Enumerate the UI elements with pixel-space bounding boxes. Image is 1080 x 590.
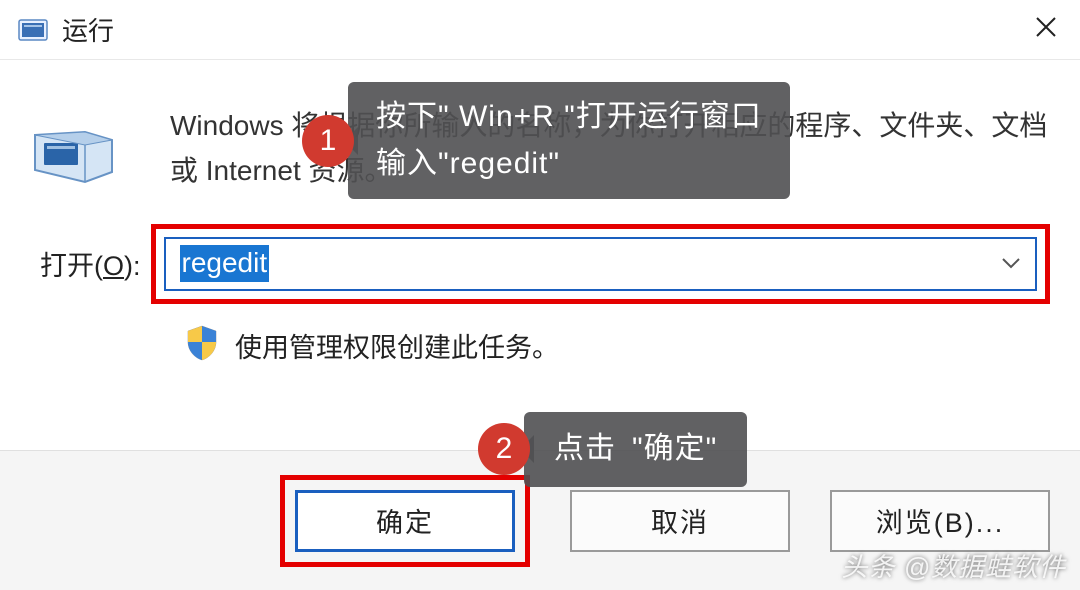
annotation-1-line1: 按下" Win+R "打开运行窗口	[376, 94, 762, 141]
cancel-button[interactable]: 取消	[570, 490, 790, 552]
browse-button[interactable]: 浏览(B)...	[830, 490, 1050, 552]
annotation-1-line2: 输入"regedit"	[376, 141, 762, 188]
annotation-1: 1 按下" Win+R "打开运行窗口 输入"regedit"	[302, 82, 790, 199]
annotation-1-badge: 1	[302, 115, 354, 167]
annotation-2: 2 点击 "确定"	[478, 412, 747, 487]
shield-icon	[185, 324, 219, 367]
annotation-1-box: 按下" Win+R "打开运行窗口 输入"regedit"	[348, 82, 790, 199]
open-input-value: regedit	[180, 245, 270, 281]
admin-row: 使用管理权限创建此任务。	[185, 324, 1050, 367]
close-button[interactable]	[1022, 6, 1070, 54]
open-label: 打开(O):	[30, 244, 141, 283]
ok-button-highlight: 确定	[280, 475, 530, 567]
watermark: 头条 @数据蛙软件	[841, 547, 1066, 584]
ok-button[interactable]: 确定	[295, 490, 515, 552]
annotation-2-badge: 2	[478, 423, 530, 475]
window-title: 运行	[62, 11, 114, 48]
chevron-down-icon[interactable]	[1001, 252, 1021, 275]
admin-note: 使用管理权限创建此任务。	[235, 326, 559, 365]
titlebar: 运行	[0, 0, 1080, 60]
run-large-icon	[30, 100, 140, 194]
close-icon	[1035, 14, 1057, 45]
open-row: 打开(O): regedit	[30, 224, 1050, 304]
run-icon	[18, 18, 48, 42]
titlebar-left: 运行	[18, 11, 114, 48]
open-combobox[interactable]: regedit	[164, 237, 1037, 291]
annotation-2-box: 点击 "确定"	[524, 412, 747, 487]
open-input-highlight: regedit	[151, 224, 1050, 304]
